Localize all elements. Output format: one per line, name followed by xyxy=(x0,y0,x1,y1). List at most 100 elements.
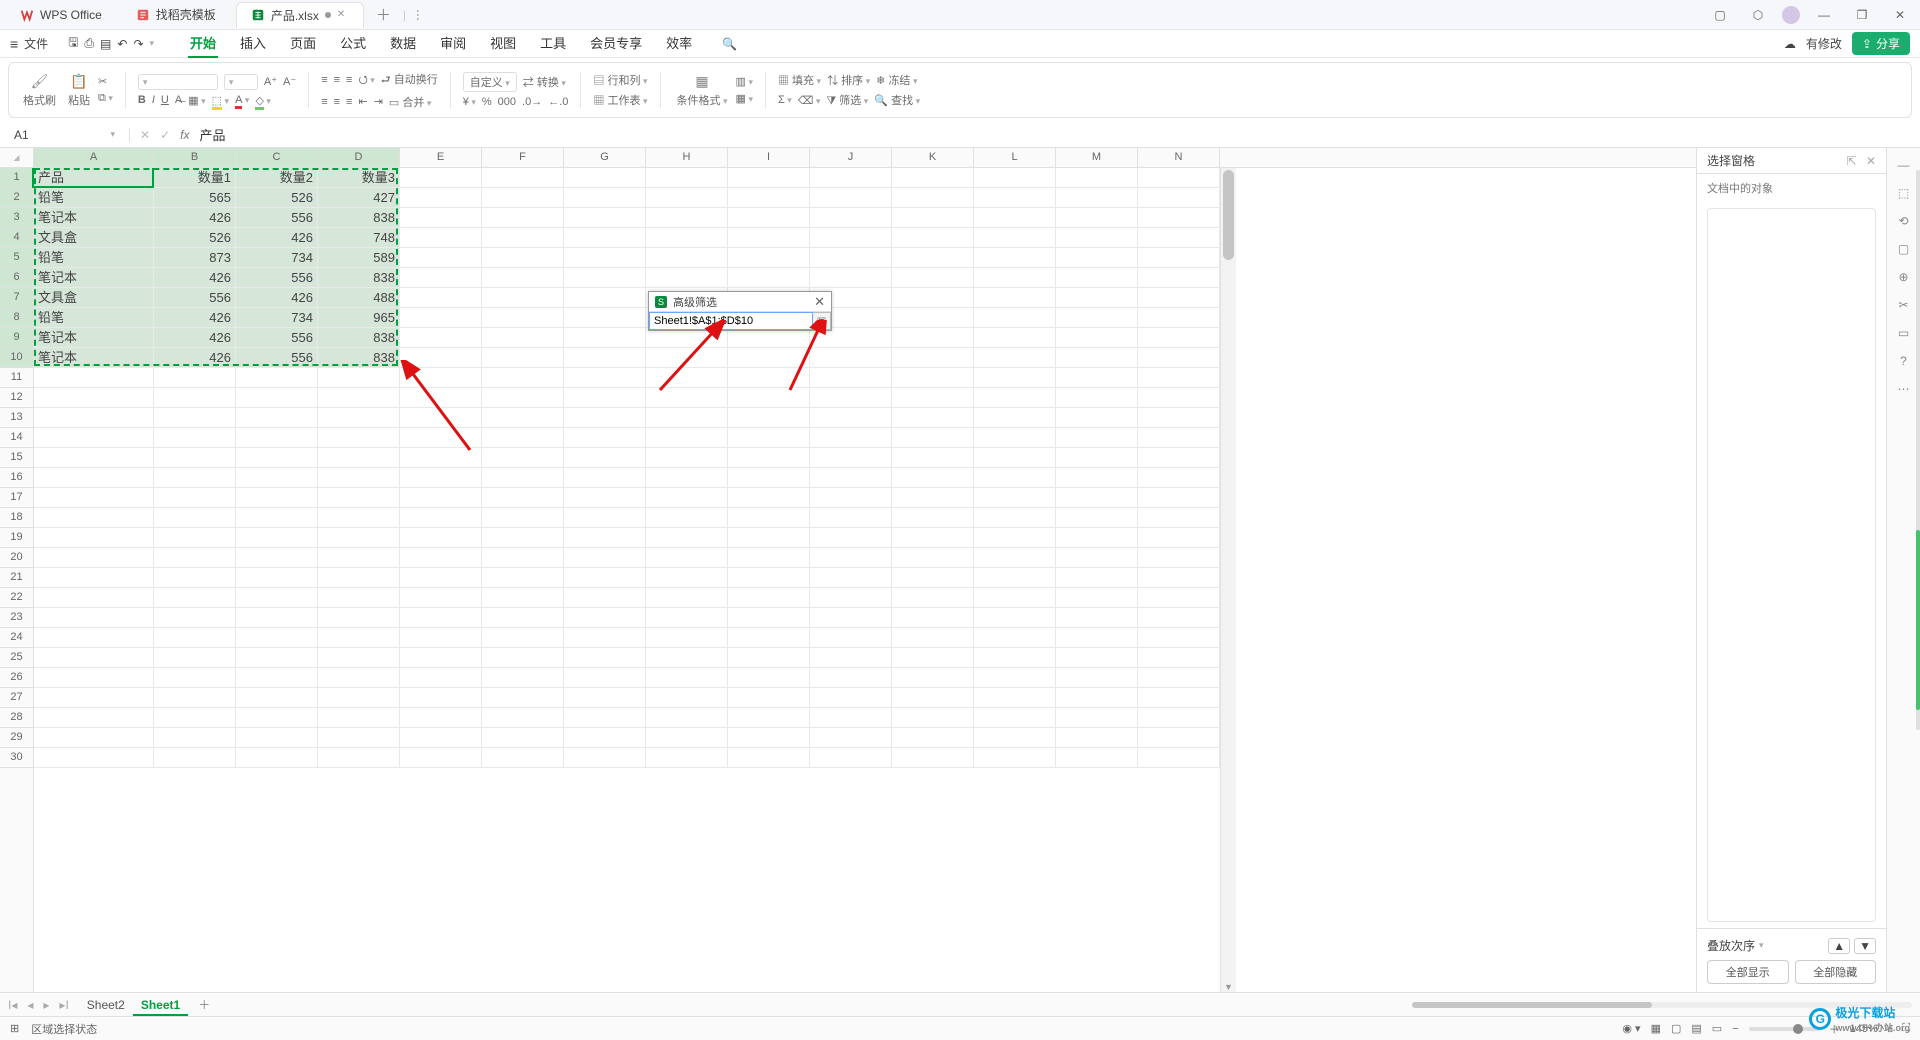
cell[interactable] xyxy=(1138,268,1220,287)
row-header[interactable]: 28 xyxy=(0,708,33,728)
cell[interactable] xyxy=(646,668,728,687)
cell[interactable] xyxy=(318,588,400,607)
cell[interactable] xyxy=(728,168,810,187)
cell[interactable] xyxy=(892,188,974,207)
align-middle-icon[interactable]: ≡ xyxy=(334,74,340,86)
cell[interactable] xyxy=(400,368,482,387)
cell[interactable] xyxy=(892,708,974,727)
align-left-icon[interactable]: ≡ xyxy=(321,96,327,108)
cell[interactable] xyxy=(318,488,400,507)
clear-icon[interactable]: ⌫ xyxy=(798,94,821,107)
cell[interactable] xyxy=(892,528,974,547)
layout-icon[interactable]: ▢ xyxy=(1706,8,1734,22)
cell[interactable]: 556 xyxy=(236,268,318,287)
row-header[interactable]: 19 xyxy=(0,528,33,548)
cell[interactable] xyxy=(400,628,482,647)
cell[interactable] xyxy=(974,508,1056,527)
cell[interactable] xyxy=(482,548,564,567)
cell[interactable] xyxy=(974,228,1056,247)
cell[interactable] xyxy=(1138,668,1220,687)
tab-document[interactable]: 产品.xlsx ✕ xyxy=(236,2,364,28)
row-header[interactable]: 1 xyxy=(0,168,33,188)
row-header[interactable]: 16 xyxy=(0,468,33,488)
cell[interactable] xyxy=(728,568,810,587)
cell[interactable] xyxy=(1138,628,1220,647)
cell[interactable] xyxy=(646,708,728,727)
collapse-toolstrip-icon[interactable]: — xyxy=(1898,158,1910,172)
cell[interactable] xyxy=(892,308,974,327)
cell[interactable] xyxy=(154,748,236,767)
cell[interactable] xyxy=(564,308,646,327)
cell[interactable] xyxy=(1138,228,1220,247)
cell[interactable] xyxy=(1138,728,1220,747)
cell[interactable] xyxy=(728,268,810,287)
cell[interactable]: 笔记本 xyxy=(34,328,154,347)
zoom-slider-thumb[interactable] xyxy=(1793,1024,1803,1034)
cell[interactable] xyxy=(728,188,810,207)
cell[interactable] xyxy=(154,488,236,507)
cell[interactable] xyxy=(154,648,236,667)
cell[interactable] xyxy=(1056,448,1138,467)
hide-all-button[interactable]: 全部隐藏 xyxy=(1795,960,1877,984)
cell[interactable] xyxy=(646,188,728,207)
cell[interactable] xyxy=(728,508,810,527)
cell[interactable] xyxy=(400,268,482,287)
cell[interactable]: 426 xyxy=(154,308,236,327)
cell[interactable] xyxy=(892,548,974,567)
cell[interactable]: 铅笔 xyxy=(34,248,154,267)
cell[interactable] xyxy=(810,408,892,427)
cell[interactable] xyxy=(892,568,974,587)
autosum-icon[interactable]: Σ xyxy=(778,94,792,106)
cell[interactable] xyxy=(974,528,1056,547)
cell[interactable]: 734 xyxy=(236,308,318,327)
layout-tool-icon[interactable]: ▢ xyxy=(1898,242,1909,256)
cell[interactable] xyxy=(236,568,318,587)
cell[interactable] xyxy=(1056,228,1138,247)
column-header[interactable]: G xyxy=(564,148,646,167)
cell[interactable] xyxy=(1138,708,1220,727)
cell[interactable] xyxy=(34,688,154,707)
row-header[interactable]: 14 xyxy=(0,428,33,448)
cell[interactable] xyxy=(34,568,154,587)
cell[interactable] xyxy=(728,408,810,427)
cell[interactable] xyxy=(564,708,646,727)
tab-close-icon[interactable]: ✕ xyxy=(337,9,349,21)
cell[interactable] xyxy=(1056,248,1138,267)
increase-font-icon[interactable]: A⁺ xyxy=(264,75,277,88)
cell[interactable] xyxy=(236,448,318,467)
row-header[interactable]: 26 xyxy=(0,668,33,688)
cell[interactable] xyxy=(1138,368,1220,387)
dialog-close-icon[interactable]: ✕ xyxy=(814,294,825,310)
cell[interactable] xyxy=(974,468,1056,487)
cell[interactable] xyxy=(974,628,1056,647)
link-tool-icon[interactable]: ⊕ xyxy=(1898,270,1908,284)
cell[interactable] xyxy=(1056,548,1138,567)
cell[interactable] xyxy=(564,268,646,287)
cell[interactable] xyxy=(482,168,564,187)
cell[interactable] xyxy=(892,228,974,247)
column-header[interactable]: B xyxy=(154,148,236,167)
cell[interactable] xyxy=(1056,328,1138,347)
cell[interactable]: 838 xyxy=(318,268,400,287)
cell[interactable] xyxy=(318,528,400,547)
cell[interactable] xyxy=(564,648,646,667)
cell[interactable] xyxy=(34,508,154,527)
cell[interactable]: 565 xyxy=(154,188,236,207)
view-normal-icon[interactable]: ▢ xyxy=(1671,1022,1681,1035)
cell[interactable] xyxy=(892,388,974,407)
cell[interactable] xyxy=(1056,288,1138,307)
cell[interactable] xyxy=(1056,388,1138,407)
cell[interactable] xyxy=(236,668,318,687)
tab-app[interactable]: WPS Office xyxy=(6,2,116,28)
share-button[interactable]: ⇪ 分享 xyxy=(1852,32,1910,55)
fill-button[interactable]: ▦ 填充 xyxy=(778,72,821,88)
show-all-button[interactable]: 全部显示 xyxy=(1707,960,1789,984)
cell[interactable] xyxy=(892,688,974,707)
cell[interactable] xyxy=(810,608,892,627)
row-header[interactable]: 29 xyxy=(0,728,33,748)
cell[interactable] xyxy=(564,588,646,607)
cell[interactable]: 526 xyxy=(154,228,236,247)
view-break-icon[interactable]: ▭ xyxy=(1712,1022,1722,1035)
cell[interactable] xyxy=(564,448,646,467)
align-bottom-icon[interactable]: ≡ xyxy=(346,74,352,86)
